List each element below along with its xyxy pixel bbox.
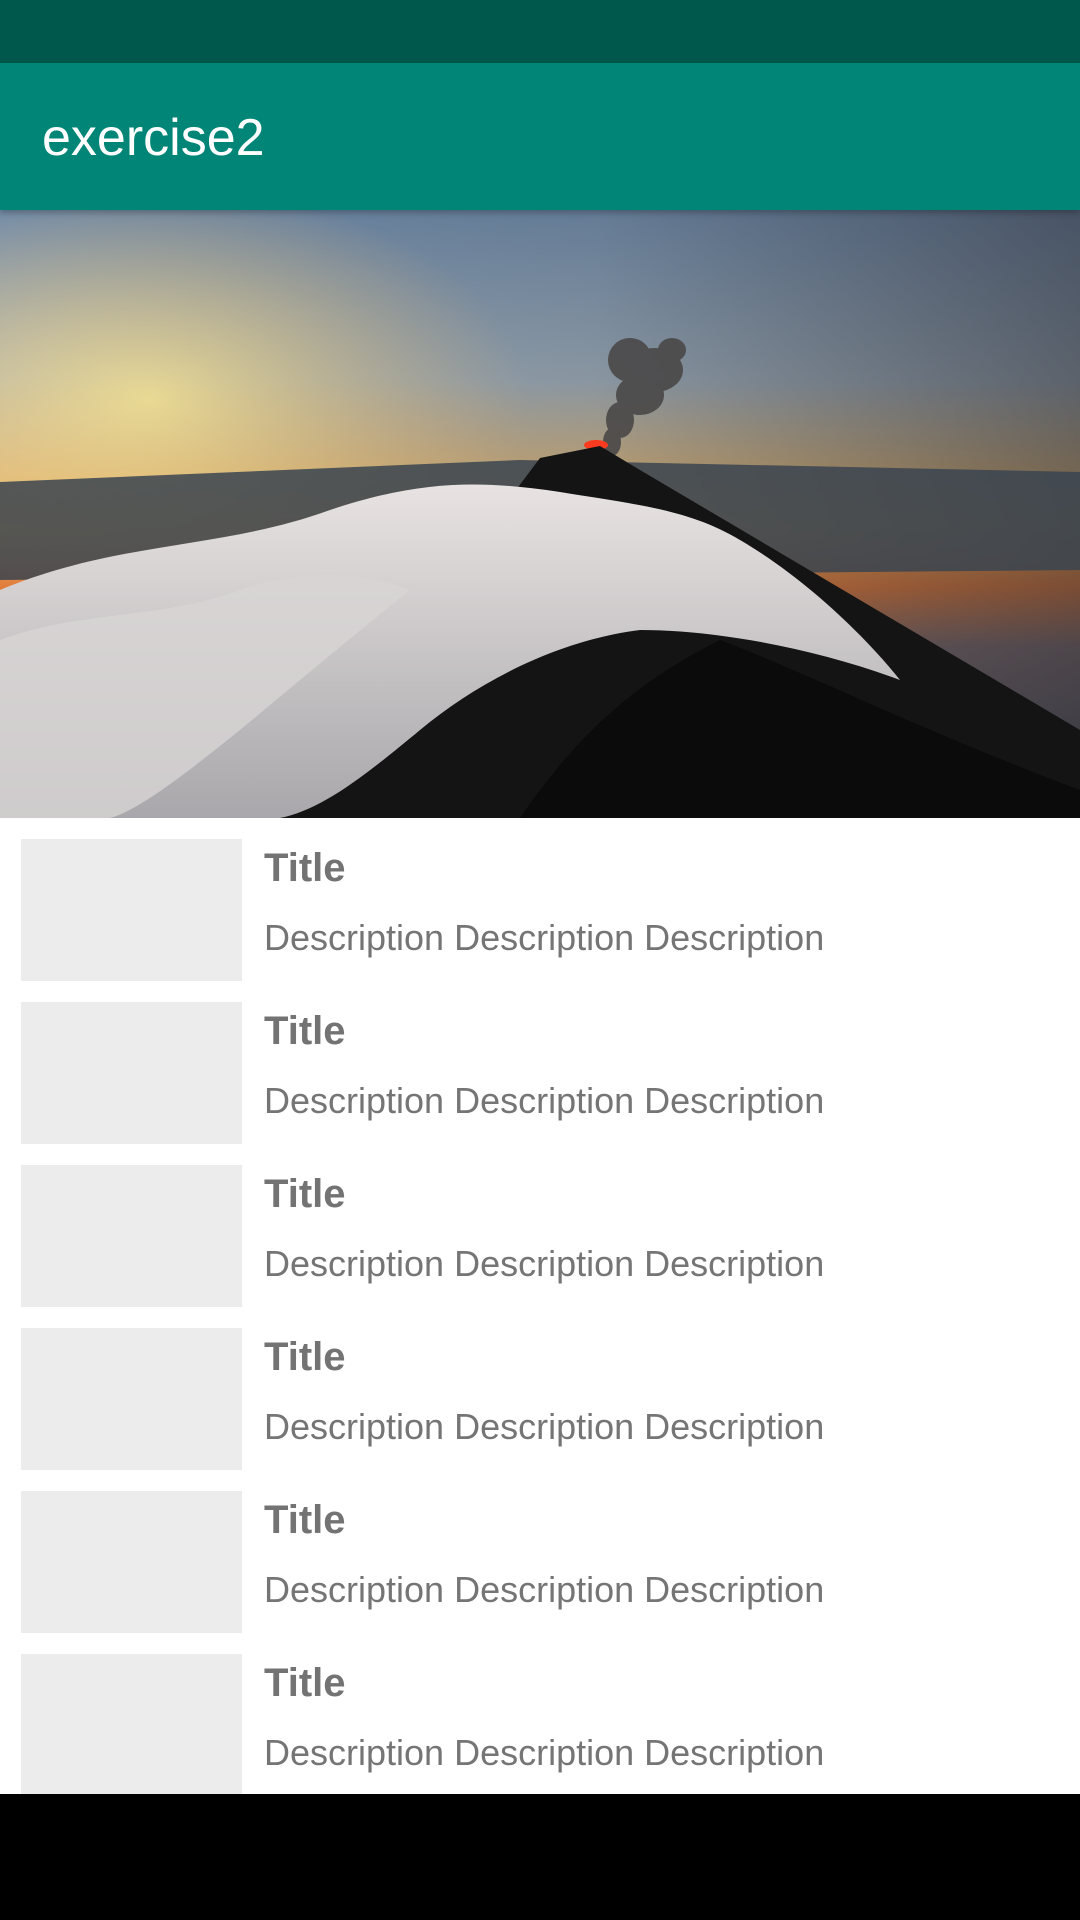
app-screen: exercise2 Title Description Description … [0, 0, 1080, 1920]
list-item[interactable]: Title Description Description Descriptio… [0, 981, 1080, 1144]
item-thumbnail [21, 839, 242, 981]
item-thumbnail [21, 1165, 242, 1307]
item-thumbnail [21, 1654, 242, 1794]
list-item[interactable]: Title Description Description Descriptio… [0, 1144, 1080, 1307]
app-bar: exercise2 [0, 63, 1080, 210]
list-item[interactable]: Title Description Description Descriptio… [0, 818, 1080, 981]
item-thumbnail [21, 1002, 242, 1144]
item-thumbnail [21, 1328, 242, 1470]
item-description: Description Description Description [264, 917, 825, 958]
item-title: Title [264, 1009, 346, 1053]
item-list[interactable]: Title Description Description Descriptio… [0, 818, 1080, 1794]
item-title: Title [264, 1661, 346, 1705]
navigation-bar [0, 1794, 1080, 1920]
item-description: Description Description Description [264, 1080, 825, 1121]
item-title: Title [264, 1335, 346, 1379]
list-item[interactable]: Title Description Description Descriptio… [0, 1470, 1080, 1633]
status-bar [0, 0, 1080, 63]
item-title: Title [264, 1172, 346, 1216]
item-description: Description Description Description [264, 1243, 825, 1284]
item-description: Description Description Description [264, 1732, 825, 1773]
item-description: Description Description Description [264, 1406, 825, 1447]
hero-image [0, 210, 1080, 818]
item-title: Title [264, 1498, 346, 1542]
item-description: Description Description Description [264, 1569, 825, 1610]
item-thumbnail [21, 1491, 242, 1633]
item-title: Title [264, 846, 346, 890]
list-item[interactable]: Title Description Description Descriptio… [0, 1633, 1080, 1794]
app-title: exercise2 [42, 109, 265, 167]
list-item[interactable]: Title Description Description Descriptio… [0, 1307, 1080, 1470]
